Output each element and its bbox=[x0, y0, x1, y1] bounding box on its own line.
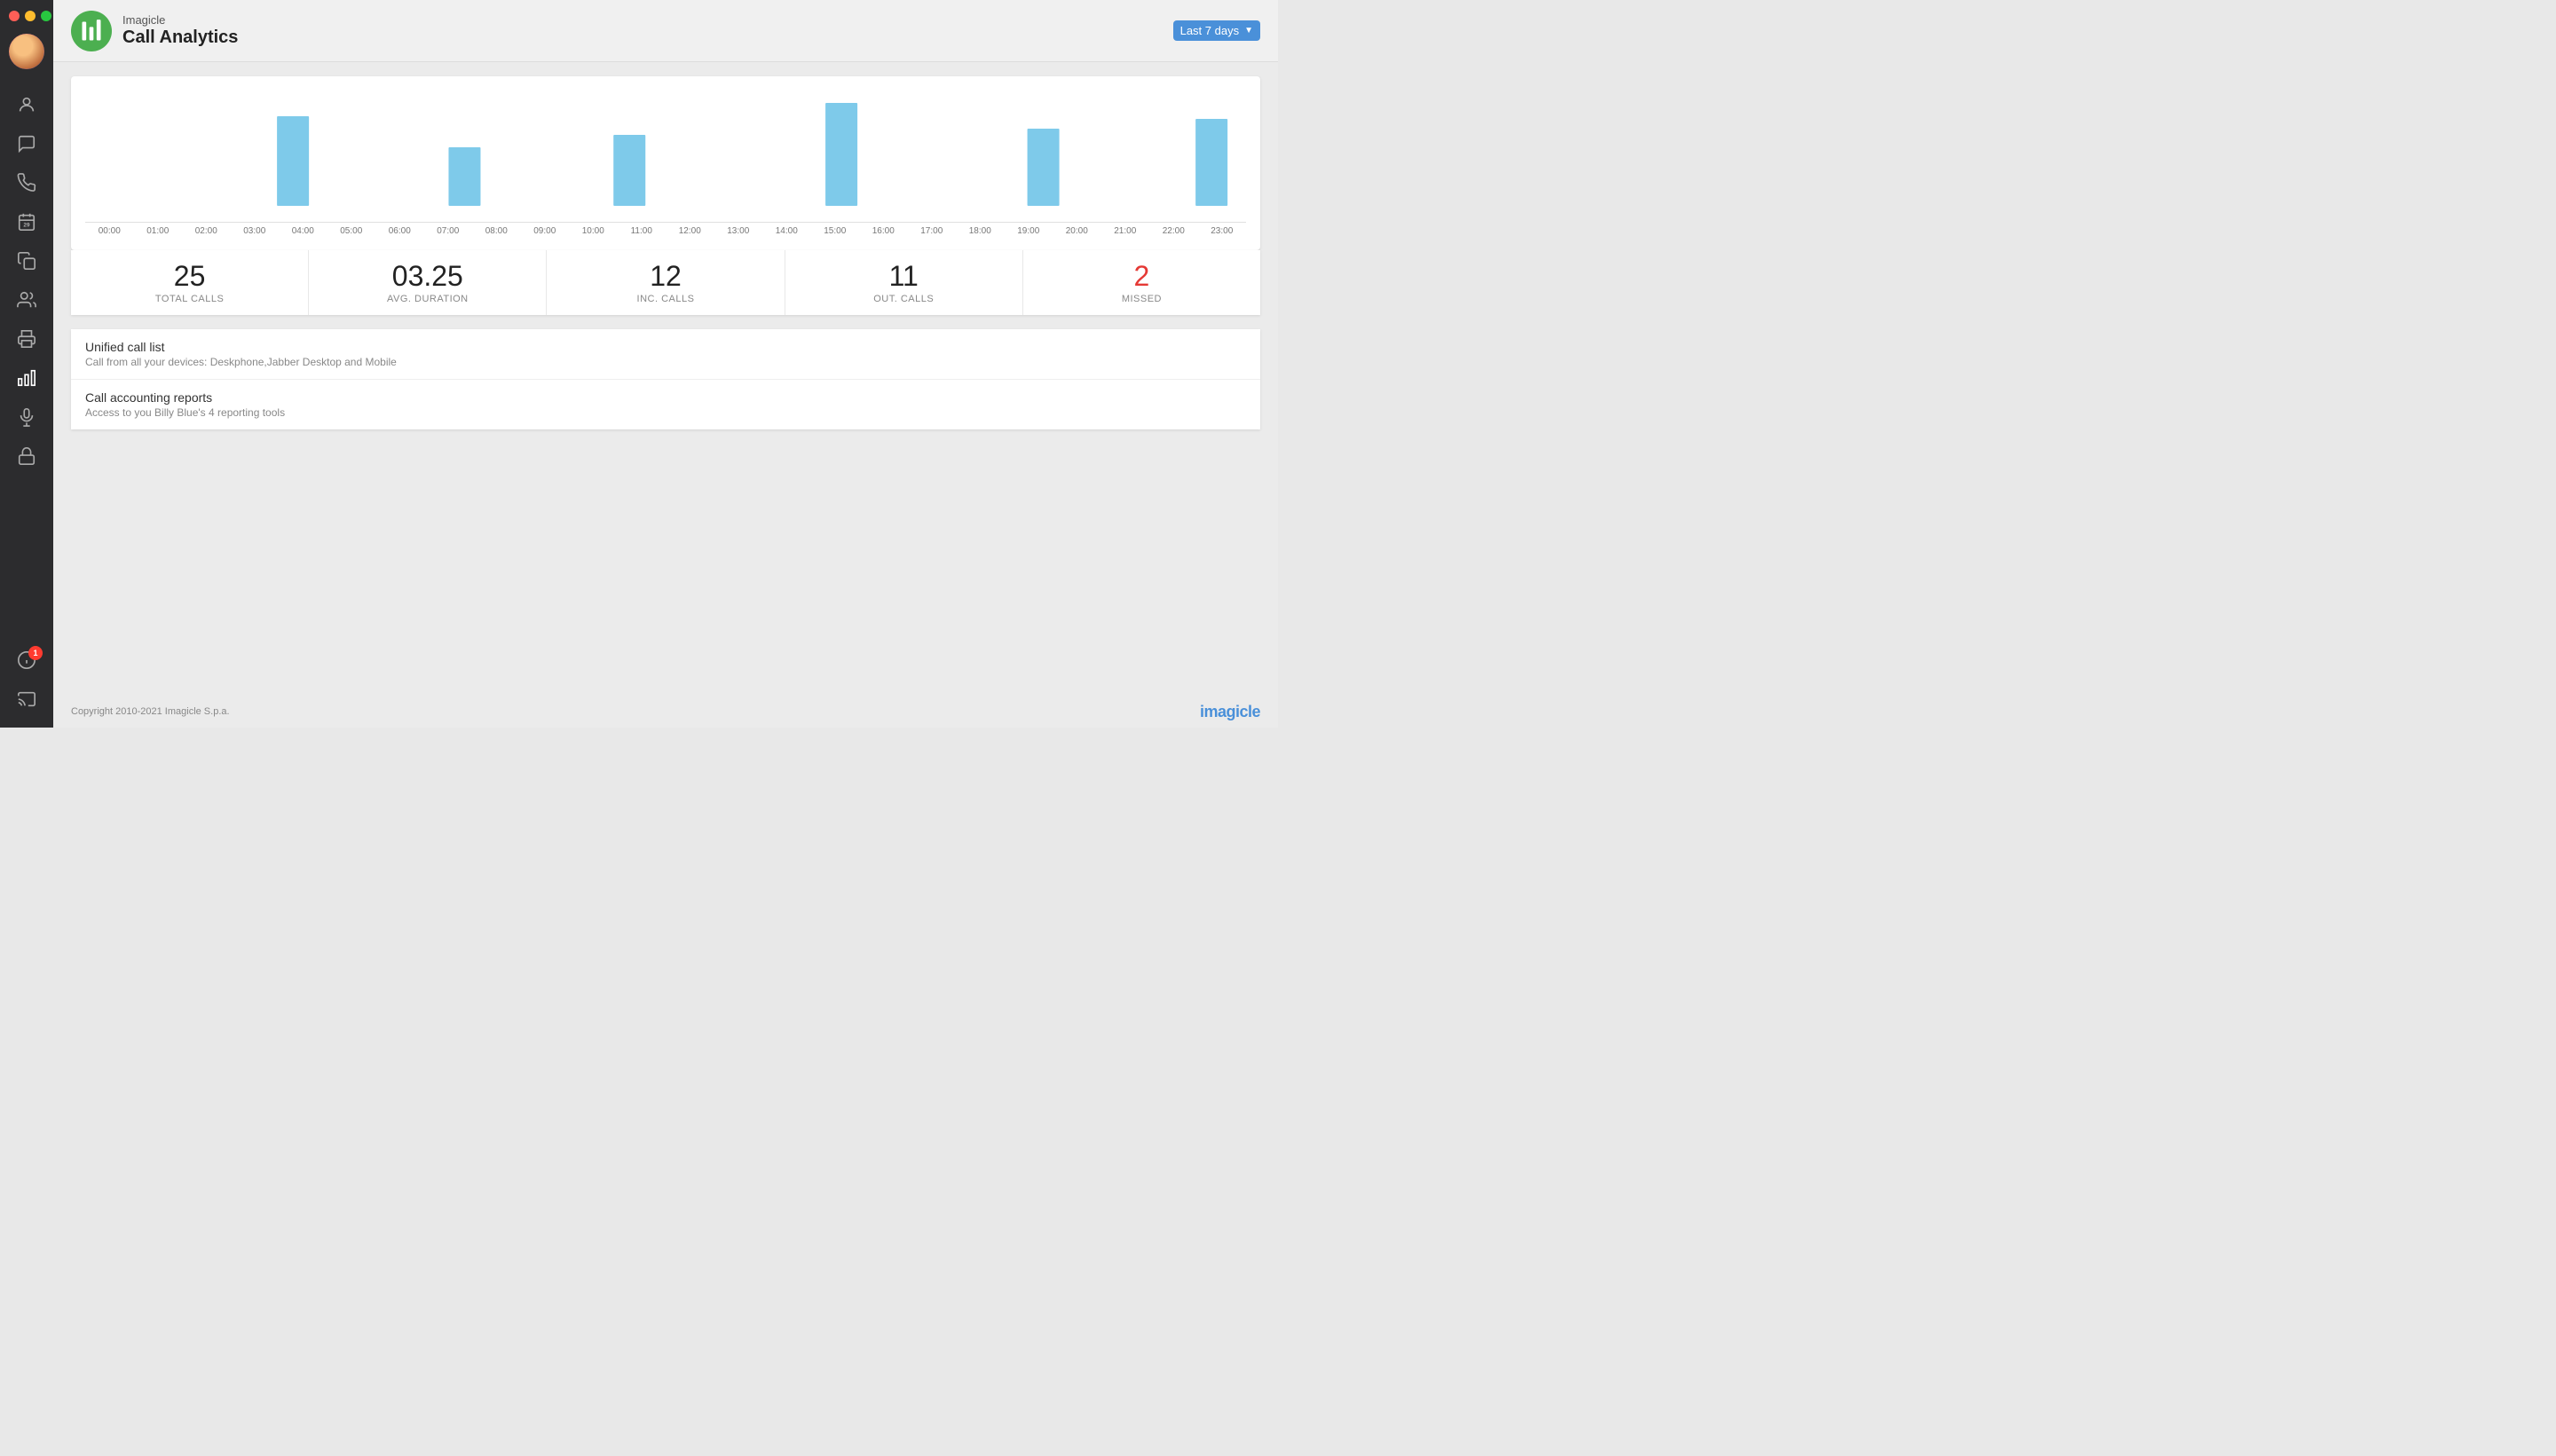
app-logo bbox=[71, 11, 112, 51]
chart-svg bbox=[85, 91, 1246, 206]
time-label-1300: 13:00 bbox=[714, 226, 763, 236]
link-call-accounting-reports-desc: Access to you Billy Blue's 4 reporting t… bbox=[85, 406, 1246, 419]
time-label-1400: 14:00 bbox=[762, 226, 811, 236]
time-label-2100: 21:00 bbox=[1101, 226, 1150, 236]
sidebar-item-print[interactable] bbox=[7, 321, 46, 357]
maximize-button[interactable] bbox=[41, 11, 51, 21]
sidebar-item-phone[interactable] bbox=[7, 165, 46, 201]
out-calls-value: 11 bbox=[793, 261, 1015, 292]
sidebar-item-user[interactable] bbox=[7, 87, 46, 122]
page-content: 00:00 01:00 02:00 03:00 04:00 05:00 06:0… bbox=[53, 62, 1278, 696]
copy-icon bbox=[17, 251, 36, 271]
footer-logo: imagicle bbox=[1200, 703, 1260, 721]
sidebar-item-analytics[interactable] bbox=[7, 360, 46, 396]
avatar[interactable] bbox=[9, 34, 44, 69]
time-label-0400: 04:00 bbox=[279, 226, 327, 236]
logo-icon bbox=[79, 19, 104, 43]
stat-avg-duration: 03.25 AVG. DURATION bbox=[309, 250, 547, 315]
svg-text:29: 29 bbox=[23, 223, 30, 229]
app-title: Imagicle Call Analytics bbox=[122, 13, 238, 49]
time-label-1600: 16:00 bbox=[859, 226, 908, 236]
time-label-2300: 23:00 bbox=[1198, 226, 1247, 236]
page-footer: Copyright 2010-2021 Imagicle S.p.a. imag… bbox=[53, 696, 1278, 728]
link-unified-call-list[interactable]: Unified call list Call from all your dev… bbox=[71, 329, 1260, 380]
user-icon bbox=[17, 95, 36, 114]
time-label-1200: 12:00 bbox=[666, 226, 714, 236]
app-name-top: Imagicle bbox=[122, 13, 238, 28]
link-unified-call-list-title: Unified call list bbox=[85, 340, 1246, 354]
time-labels: 00:00 01:00 02:00 03:00 04:00 05:00 06:0… bbox=[85, 222, 1246, 236]
time-label-0200: 02:00 bbox=[182, 226, 231, 236]
stat-inc-calls: 12 INC. CALLS bbox=[547, 250, 785, 315]
print-icon bbox=[17, 329, 36, 349]
sidebar-nav: 29 bbox=[7, 87, 46, 642]
phone-icon bbox=[17, 173, 36, 193]
date-filter-label: Last 7 days bbox=[1180, 24, 1240, 37]
avg-duration-value: 03.25 bbox=[316, 261, 539, 292]
contacts-icon bbox=[17, 290, 36, 310]
inc-calls-value: 12 bbox=[554, 261, 777, 292]
links-section: Unified call list Call from all your dev… bbox=[71, 329, 1260, 429]
link-call-accounting-reports-title: Call accounting reports bbox=[85, 390, 1246, 405]
chevron-down-icon: ▼ bbox=[1244, 26, 1253, 35]
stats-row: 25 TOTAL CALLS 03.25 AVG. DURATION 12 IN… bbox=[71, 250, 1260, 315]
time-label-0800: 08:00 bbox=[472, 226, 521, 236]
sidebar: 29 1 bbox=[0, 0, 53, 728]
time-label-0100: 01:00 bbox=[134, 226, 183, 236]
sidebar-bottom: 1 bbox=[7, 642, 46, 717]
missed-label: MISSED bbox=[1030, 294, 1253, 304]
out-calls-label: OUT. CALLS bbox=[793, 294, 1015, 304]
app-header: Imagicle Call Analytics Last 7 days ▼ bbox=[53, 0, 1278, 62]
time-label-1500: 15:00 bbox=[811, 226, 860, 236]
sidebar-item-info[interactable]: 1 bbox=[7, 642, 46, 678]
calls-chart-card: 00:00 01:00 02:00 03:00 04:00 05:00 06:0… bbox=[71, 76, 1260, 250]
app-name-main: Call Analytics bbox=[122, 27, 238, 48]
time-label-0700: 07:00 bbox=[424, 226, 473, 236]
time-label-2200: 22:00 bbox=[1149, 226, 1198, 236]
total-calls-label: TOTAL CALLS bbox=[78, 294, 301, 304]
time-label-2000: 20:00 bbox=[1053, 226, 1101, 236]
time-label-1900: 19:00 bbox=[1005, 226, 1053, 236]
time-label-0500: 05:00 bbox=[327, 226, 376, 236]
link-call-accounting-reports[interactable]: Call accounting reports Access to you Bi… bbox=[71, 380, 1260, 429]
stat-missed: 2 MISSED bbox=[1023, 250, 1260, 315]
minimize-button[interactable] bbox=[25, 11, 36, 21]
lock-icon bbox=[17, 446, 36, 466]
stat-out-calls: 11 OUT. CALLS bbox=[785, 250, 1023, 315]
analytics-icon bbox=[17, 368, 36, 388]
total-calls-value: 25 bbox=[78, 261, 301, 292]
time-label-1100: 11:00 bbox=[618, 226, 667, 236]
missed-value: 2 bbox=[1030, 261, 1253, 292]
sidebar-item-contacts[interactable] bbox=[7, 282, 46, 318]
time-label-0000: 00:00 bbox=[85, 226, 134, 236]
notification-badge: 1 bbox=[28, 646, 43, 660]
time-label-0900: 09:00 bbox=[521, 226, 570, 236]
calendar-icon: 29 bbox=[17, 212, 36, 232]
sidebar-item-cast[interactable] bbox=[7, 681, 46, 717]
sidebar-item-calendar[interactable]: 29 bbox=[7, 204, 46, 240]
header-right: Last 7 days ▼ bbox=[1173, 20, 1260, 41]
chat-icon bbox=[17, 134, 36, 153]
mic-icon bbox=[17, 407, 36, 427]
sidebar-item-pages[interactable] bbox=[7, 243, 46, 279]
time-label-1000: 10:00 bbox=[569, 226, 618, 236]
inc-calls-label: INC. CALLS bbox=[554, 294, 777, 304]
close-button[interactable] bbox=[9, 11, 20, 21]
cast-icon bbox=[17, 689, 36, 709]
time-label-1700: 17:00 bbox=[908, 226, 957, 236]
sidebar-item-mic[interactable] bbox=[7, 399, 46, 435]
time-label-1800: 18:00 bbox=[956, 226, 1005, 236]
footer-copyright: Copyright 2010-2021 Imagicle S.p.a. bbox=[71, 706, 230, 717]
calls-chart bbox=[85, 91, 1246, 215]
link-unified-call-list-desc: Call from all your devices: Deskphone,Ja… bbox=[85, 356, 1246, 368]
date-filter-select[interactable]: Last 7 days ▼ bbox=[1173, 20, 1260, 41]
stat-total-calls: 25 TOTAL CALLS bbox=[71, 250, 309, 315]
time-label-0300: 03:00 bbox=[231, 226, 280, 236]
main-content: Imagicle Call Analytics Last 7 days ▼ bbox=[53, 0, 1278, 728]
sidebar-item-lock[interactable] bbox=[7, 438, 46, 474]
sidebar-item-chat[interactable] bbox=[7, 126, 46, 161]
avg-duration-label: AVG. DURATION bbox=[316, 294, 539, 304]
time-label-0600: 06:00 bbox=[375, 226, 424, 236]
traffic-lights bbox=[0, 11, 51, 21]
